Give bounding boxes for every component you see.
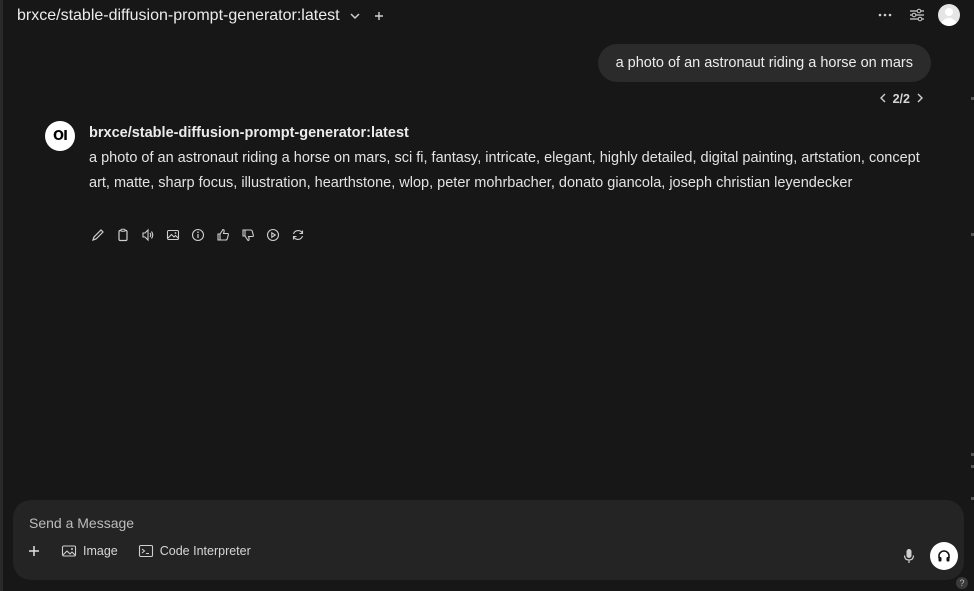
edit-icon[interactable] (89, 226, 106, 243)
pager-count: 2/2 (892, 92, 910, 106)
image-button[interactable]: Image (61, 544, 118, 558)
more-icon[interactable] (874, 4, 896, 26)
terminal-icon (138, 544, 153, 558)
help-icon[interactable]: ? (956, 577, 968, 589)
microphone-icon[interactable] (900, 547, 918, 565)
user-message-text: a photo of an astronaut riding a horse o… (615, 55, 913, 71)
app-frame: brxce/stable-diffusion-prompt-generator:… (0, 0, 974, 591)
continue-icon[interactable] (264, 226, 281, 243)
assistant-message-text: a photo of an astronaut riding a horse o… (89, 150, 920, 191)
chevron-left-icon[interactable] (879, 92, 887, 106)
message-composer[interactable]: Send a Message Image Code Interpreter (13, 500, 964, 580)
info-icon[interactable] (189, 226, 206, 243)
plus-icon (29, 546, 39, 556)
voice-mode-button[interactable] (930, 542, 958, 570)
message-pager: 2/2 (879, 92, 924, 106)
thumbs-up-icon[interactable] (214, 226, 231, 243)
message-input[interactable]: Send a Message (29, 515, 134, 531)
chevron-down-icon[interactable] (348, 9, 362, 23)
copy-icon[interactable] (114, 226, 131, 243)
thumbs-down-icon[interactable] (239, 226, 256, 243)
image-icon (61, 545, 77, 557)
plus-icon[interactable] (372, 9, 386, 23)
message-actions (89, 226, 306, 243)
user-message-bubble: a photo of an astronaut riding a horse o… (597, 44, 931, 82)
code-interpreter-button[interactable]: Code Interpreter (138, 544, 251, 558)
header-actions (874, 4, 960, 26)
composer-tools: Image Code Interpreter (27, 544, 251, 558)
header: brxce/stable-diffusion-prompt-generator:… (3, 0, 974, 32)
speak-icon[interactable] (139, 226, 156, 243)
headphones-icon (938, 550, 950, 562)
add-attachment-button[interactable] (27, 544, 41, 558)
image-icon[interactable] (164, 226, 181, 243)
chevron-right-icon[interactable] (916, 92, 924, 106)
assistant-avatar: OI (45, 121, 75, 151)
user-avatar[interactable] (938, 4, 960, 26)
image-button-label: Image (83, 544, 118, 558)
regenerate-icon[interactable] (289, 226, 306, 243)
model-selector-title[interactable]: brxce/stable-diffusion-prompt-generator:… (17, 7, 340, 25)
assistant-name: brxce/stable-diffusion-prompt-generator:… (89, 125, 409, 141)
controls-icon[interactable] (906, 4, 928, 26)
code-interpreter-label: Code Interpreter (159, 544, 251, 558)
